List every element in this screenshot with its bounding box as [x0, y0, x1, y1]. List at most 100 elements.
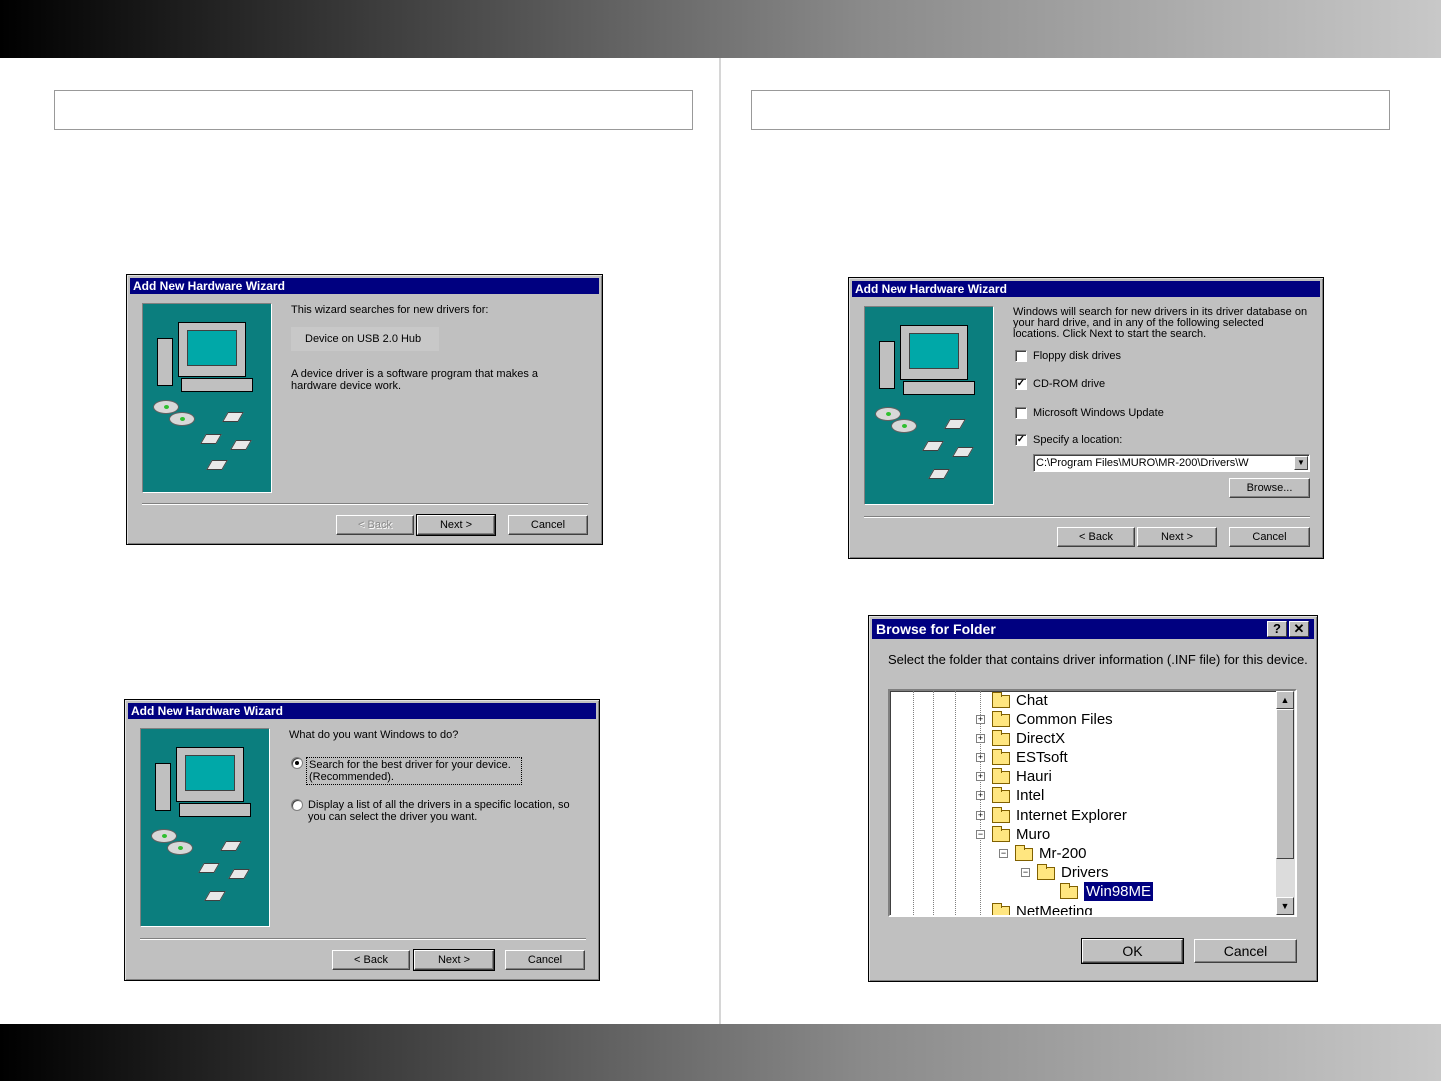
folder-icon [992, 692, 1010, 708]
cd-rom-label[interactable]: CD-ROM drive [1033, 378, 1105, 390]
wizard-illustration [140, 728, 270, 927]
bottom-gradient-band [0, 1024, 1441, 1081]
location-value: C:\Program Files\MURO\MR-200\Drivers\W [1036, 457, 1249, 469]
floppy-icon [944, 419, 966, 429]
floppy-icon [200, 434, 222, 444]
expand-plus-icon[interactable]: + [976, 715, 985, 724]
wizard-illustration [864, 306, 994, 505]
cd-icon [891, 419, 917, 433]
folder-icon [992, 826, 1010, 842]
title-bar: Add New Hardware Wizard [852, 281, 1320, 297]
back-button[interactable]: < Back [1057, 527, 1135, 547]
floppy-icon [952, 447, 974, 457]
cancel-button[interactable]: Cancel [505, 950, 585, 970]
floppy-icon [220, 841, 242, 851]
cancel-button[interactable]: Cancel [1194, 939, 1297, 963]
cd-rom-checkbox[interactable]: ✓ [1015, 378, 1027, 390]
cd-icon [169, 412, 195, 426]
scroll-thumb[interactable] [1276, 709, 1294, 859]
title-bar: Add New Hardware Wizard [130, 278, 599, 294]
keyboard-icon [179, 803, 251, 817]
left-heading-box [54, 90, 693, 130]
specify-location-label[interactable]: Specify a location: [1033, 434, 1122, 446]
separator [864, 516, 1310, 518]
expand-plus-icon[interactable]: + [976, 811, 985, 820]
collapse-minus-icon[interactable]: − [1021, 868, 1030, 877]
monitor-icon [178, 322, 246, 377]
display-driver-list-radio[interactable] [291, 799, 303, 811]
floppy-icon [198, 863, 220, 873]
floppy-icon [222, 412, 244, 422]
tower-icon [155, 763, 171, 811]
expand-plus-icon[interactable]: + [976, 734, 985, 743]
back-button[interactable]: < Back [332, 950, 410, 970]
windows-update-checkbox[interactable] [1015, 407, 1027, 419]
specify-location-checkbox[interactable]: ✓ [1015, 434, 1027, 446]
scroll-down-icon[interactable]: ▼ [1276, 897, 1294, 915]
cd-icon [167, 841, 193, 855]
floppy-icon [228, 869, 250, 879]
collapse-minus-icon[interactable]: − [999, 849, 1008, 858]
search-best-driver-label[interactable]: Search for the best driver for your devi… [306, 757, 522, 785]
back-button[interactable]: < Back [336, 515, 414, 535]
cancel-button[interactable]: Cancel [1229, 527, 1310, 547]
floppy-disk-checkbox[interactable] [1015, 350, 1027, 362]
chevron-down-icon[interactable]: ▼ [1294, 456, 1308, 470]
expand-plus-icon[interactable]: + [976, 772, 985, 781]
close-icon[interactable]: ✕ [1289, 621, 1309, 637]
wizard-illustration [142, 303, 272, 493]
monitor-icon [176, 747, 244, 802]
floppy-icon [206, 460, 228, 470]
floppy-disk-label[interactable]: Floppy disk drives [1033, 350, 1121, 362]
folder-icon [992, 730, 1010, 746]
help-button[interactable]: ? [1267, 621, 1287, 637]
tower-icon [879, 341, 895, 389]
wizard-dialog-3: Add New Hardware Wizard Windows will sea… [848, 277, 1324, 559]
next-button[interactable]: Next > [1137, 527, 1217, 547]
location-combobox[interactable]: C:\Program Files\MURO\MR-200\Drivers\W ▼ [1033, 454, 1310, 472]
browse-instruction: Select the folder that contains driver i… [888, 652, 1308, 667]
separator [140, 938, 586, 940]
wizard-intro: This wizard searches for new drivers for… [291, 304, 489, 316]
expand-plus-icon[interactable]: + [976, 753, 985, 762]
ok-button[interactable]: OK [1081, 938, 1184, 964]
wizard-description: A device driver is a software program th… [291, 368, 538, 392]
scroll-up-icon[interactable]: ▲ [1276, 691, 1294, 709]
floppy-icon [922, 441, 944, 451]
title-bar: Browse for Folder [872, 619, 1314, 639]
floppy-icon [230, 440, 252, 450]
floppy-icon [204, 891, 226, 901]
cancel-button[interactable]: Cancel [508, 515, 588, 535]
page-divider [719, 58, 721, 1024]
collapse-minus-icon[interactable]: − [976, 830, 985, 839]
wizard-dialog-2: Add New Hardware Wizard What do you want… [124, 699, 600, 981]
windows-update-label[interactable]: Microsoft Windows Update [1033, 407, 1164, 419]
folder-icon [992, 768, 1010, 784]
display-driver-list-label[interactable]: Display a list of all the drivers in a s… [308, 799, 578, 823]
folder-icon [992, 787, 1010, 803]
folder-icon [992, 711, 1010, 727]
keyboard-icon [181, 378, 253, 392]
folder-tree[interactable]: Chat + Common Files + DirectX + ESTsoft … [888, 689, 1297, 917]
expand-plus-icon[interactable]: + [976, 791, 985, 800]
separator [142, 503, 588, 505]
folder-icon [992, 807, 1010, 823]
next-button[interactable]: Next > [413, 949, 495, 971]
search-best-driver-radio[interactable] [291, 757, 303, 769]
browse-folder-dialog: Browse for Folder ? ✕ Select the folder … [868, 615, 1318, 982]
folder-icon [992, 749, 1010, 765]
folder-icon [992, 903, 1010, 915]
next-button[interactable]: Next > [416, 514, 496, 536]
keyboard-icon [903, 381, 975, 395]
wizard-question: What do you want Windows to do? [289, 729, 459, 741]
floppy-icon [928, 469, 950, 479]
device-name: Device on USB 2.0 Hub [291, 327, 439, 351]
title-bar: Add New Hardware Wizard [128, 703, 596, 719]
wizard-dialog-1: Add New Hardware Wizard This wizard sear… [126, 274, 603, 545]
right-heading-box [751, 90, 1390, 130]
top-gradient-band [0, 0, 1441, 58]
monitor-icon [900, 325, 968, 380]
folder-icon [1015, 845, 1033, 861]
vertical-scrollbar[interactable]: ▲ ▼ [1276, 691, 1295, 915]
browse-button[interactable]: Browse... [1229, 478, 1310, 498]
